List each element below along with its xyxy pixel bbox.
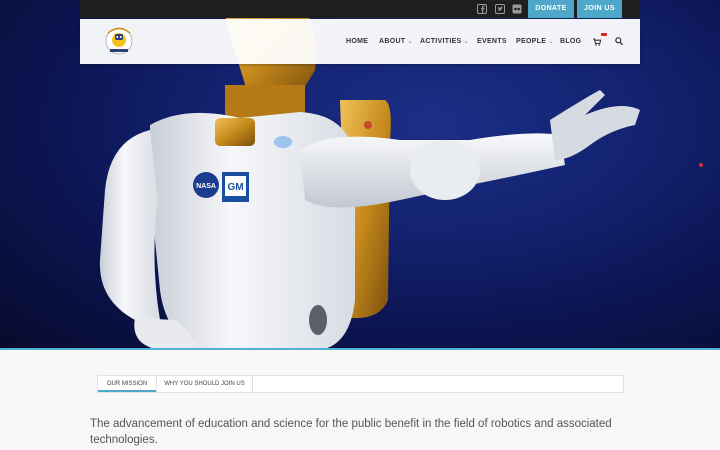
content-tabs: OUR MISSION WHY YOU SHOULD JOIN US xyxy=(97,375,624,393)
nav-people-label: PEOPLE xyxy=(516,38,547,45)
nav-about[interactable]: ABOUT ⌄ xyxy=(379,38,413,45)
chevron-down-icon: ⌄ xyxy=(548,39,554,45)
nav-blog-label: BLOG xyxy=(560,38,582,45)
search-icon[interactable] xyxy=(615,37,623,46)
nasa-patch: NASA xyxy=(196,183,216,190)
nav-events[interactable]: EVENTS xyxy=(477,38,507,45)
tab-why-join[interactable]: WHY YOU SHOULD JOIN US xyxy=(157,376,252,392)
chevron-down-icon: ⌄ xyxy=(463,39,469,45)
tab-our-mission[interactable]: OUR MISSION xyxy=(98,376,156,392)
chevron-down-icon: ⌄ xyxy=(407,39,413,45)
gm-patch: GM xyxy=(227,182,243,193)
cart-count-badge xyxy=(601,33,607,36)
nav-people[interactable]: PEOPLE ⌄ xyxy=(516,38,554,45)
hero-divider xyxy=(0,348,720,350)
main-navbar: HOME ABOUT ⌄ ACTIVITIES ⌄ EVENTS PEOPLE ⌄ B… xyxy=(80,19,640,64)
facebook-icon[interactable] xyxy=(477,4,487,14)
nav-blog[interactable]: BLOG xyxy=(560,38,581,45)
mission-statement: The advancement of education and science… xyxy=(90,418,612,446)
twitter-icon[interactable] xyxy=(495,4,505,14)
nav-events-label: EVENTS xyxy=(477,38,507,45)
nav-home[interactable]: HOME xyxy=(346,38,368,45)
nav-about-label: ABOUT xyxy=(379,38,406,45)
cart-icon[interactable] xyxy=(593,38,601,46)
nav-activities-label: ACTIVITIES xyxy=(420,38,462,45)
tab-divider xyxy=(252,376,253,392)
join-us-button[interactable]: JOIN US xyxy=(577,0,622,18)
top-utility-bar: DONATE JOIN US xyxy=(80,0,640,18)
hero-marker xyxy=(699,163,703,167)
donate-button[interactable]: DONATE xyxy=(528,0,574,18)
site-logo[interactable] xyxy=(104,24,134,58)
nav-home-label: HOME xyxy=(346,38,369,45)
flickr-icon[interactable] xyxy=(512,4,522,14)
nav-activities[interactable]: ACTIVITIES ⌄ xyxy=(420,38,469,45)
